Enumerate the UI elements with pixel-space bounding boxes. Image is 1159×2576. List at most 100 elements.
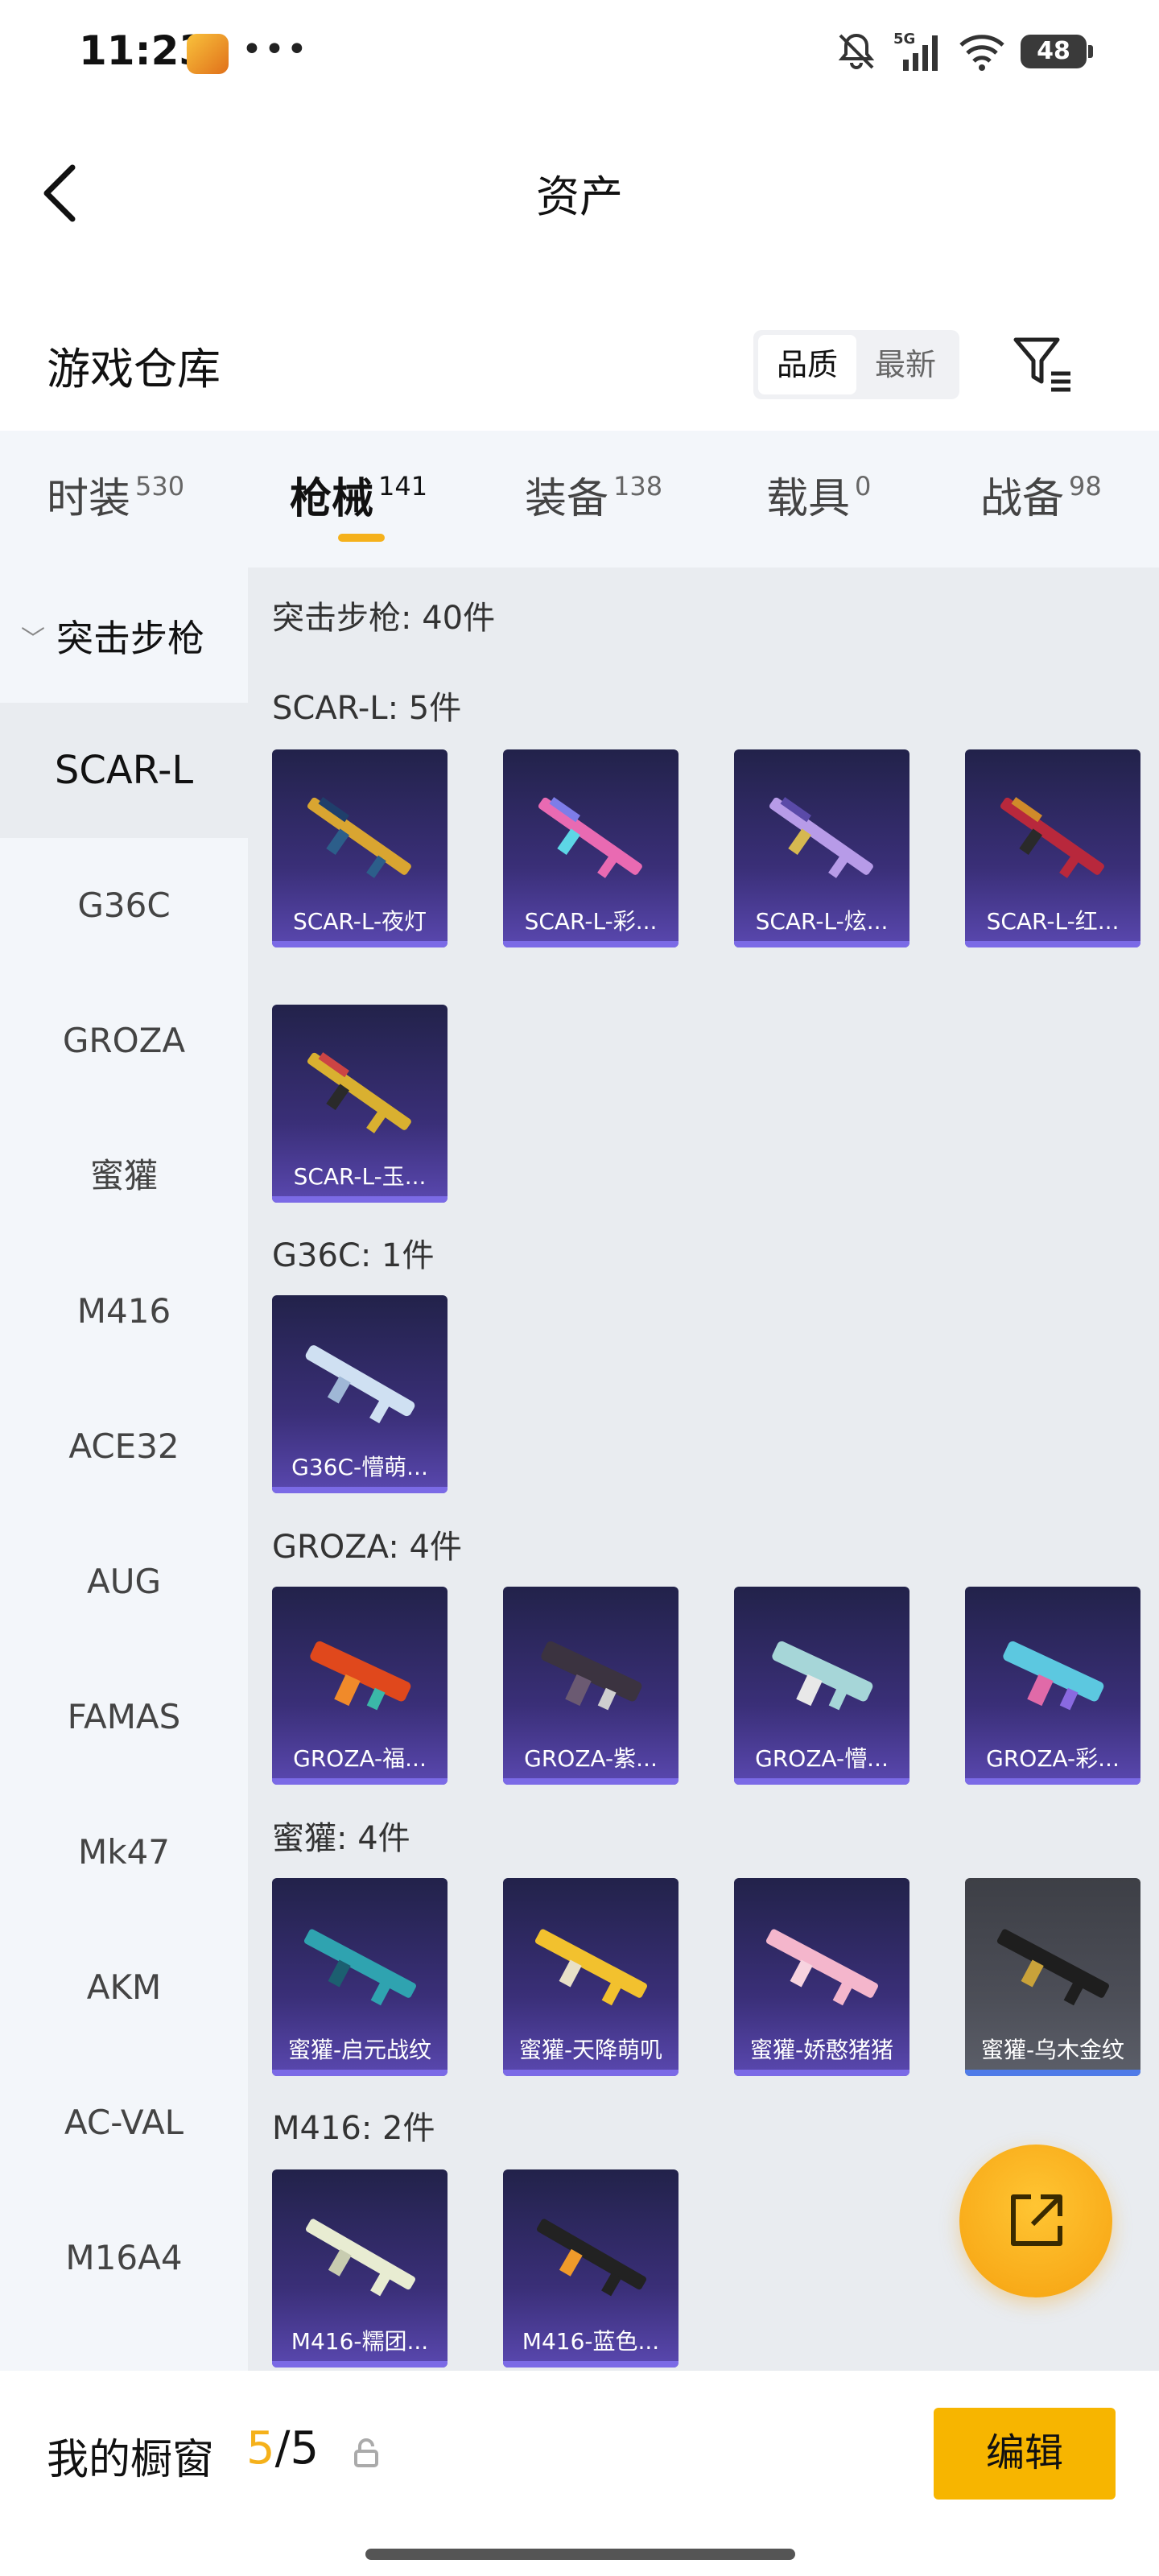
weapon-card[interactable]: 蜜獾-天降萌叽 — [503, 1878, 678, 2076]
section-title-honey-badger: 蜜獾: 4件 — [272, 1820, 410, 1857]
weapon-card[interactable]: 蜜獾-娇憨猪猪 — [734, 1878, 909, 2076]
tab-firearms[interactable]: 枪械 141 — [290, 464, 427, 525]
weapon-card[interactable]: SCAR-L-彩... — [503, 749, 678, 947]
tab-supplies[interactable]: 战备 98 — [980, 464, 1102, 525]
rifle-icon — [538, 797, 642, 878]
weapon-card[interactable]: SCAR-L-炫... — [734, 749, 909, 947]
weapon-name: G36C-懵萌... — [291, 1454, 428, 1480]
tab-label: 时装 — [47, 475, 131, 523]
weapon-grid: 突击步枪: 40件 SCAR-L: 5件 SCAR-L-夜灯 SCAR-L-彩.… — [248, 568, 1159, 2371]
sidebar-group-assault-rifles[interactable]: ﹀ 突击步枪 — [0, 568, 248, 703]
rifle-icon — [537, 2219, 646, 2297]
category-tabs: 时装 530 枪械 141 装备 138 载具 0 战备 98 — [0, 431, 1159, 568]
weapon-name: M416-糯团... — [291, 2328, 429, 2355]
showcase-bar: 我的橱窗 5/5 编辑 — [0, 2371, 1159, 2576]
rifle-icon — [534, 1929, 647, 2006]
tab-label: 战备 — [980, 475, 1065, 523]
section-title-m416: M416: 2件 — [272, 2110, 435, 2147]
section-title-scar-l: SCAR-L: 5件 — [272, 690, 462, 727]
status-bar: 11:23 ••• 5G 48 — [0, 0, 1159, 105]
weapon-card[interactable]: GROZA-彩... — [965, 1587, 1140, 1785]
sidebar-item-m16a4[interactable]: M16A4 — [0, 2190, 248, 2326]
chevron-down-icon: ﹀ — [21, 625, 45, 654]
sidebar-item-mk47[interactable]: Mk47 — [0, 1785, 248, 1920]
filter-icon[interactable] — [1011, 330, 1075, 394]
tab-label: 载具 — [766, 475, 851, 523]
weapon-card[interactable]: GROZA-紫... — [503, 1587, 678, 1785]
weapon-card[interactable]: GROZA-懵... — [734, 1587, 909, 1785]
weapon-card[interactable]: SCAR-L-红... — [965, 749, 1140, 947]
weapon-name: 蜜獾-天降萌叽 — [518, 2037, 663, 2063]
weapon-name: GROZA-福... — [293, 1745, 427, 1772]
tab-vehicles[interactable]: 载具 0 — [766, 464, 871, 525]
page-title: 资产 — [536, 171, 623, 222]
sort-quality-button[interactable]: 品质 — [758, 335, 856, 394]
showcase-label: 我的橱窗 — [47, 2436, 215, 2484]
warehouse-header: 游戏仓库 品质 最新 — [0, 314, 1159, 411]
rifle-icon — [307, 797, 411, 878]
top-app-bar: 资产 — [0, 137, 1159, 242]
sidebar-item-scar-l[interactable]: SCAR-L — [0, 703, 248, 838]
weapon-name: SCAR-L-红... — [986, 908, 1120, 935]
wifi-icon — [959, 35, 1004, 71]
rifle-icon — [305, 1345, 415, 1424]
sidebar-item-aug[interactable]: AUG — [0, 1514, 248, 1649]
tab-label: 枪械 — [290, 475, 374, 523]
weapon-card[interactable]: G36C-懵萌... — [272, 1295, 448, 1493]
section-title-g36c: G36C: 1件 — [272, 1237, 435, 1274]
tab-count: 138 — [613, 471, 663, 502]
tab-count: 141 — [378, 471, 428, 502]
showcase-total: /5 — [274, 2422, 320, 2475]
mute-bell-icon — [838, 33, 875, 69]
sidebar-item-groza[interactable]: GROZA — [0, 973, 248, 1108]
showcase-count: 5/5 — [246, 2422, 319, 2475]
edit-button[interactable]: 编辑 — [934, 2408, 1116, 2500]
weapon-name: SCAR-L-彩... — [524, 908, 658, 935]
weapon-card[interactable]: GROZA-福... — [272, 1587, 448, 1785]
weapon-name: SCAR-L-炫... — [755, 908, 889, 935]
tab-fashion[interactable]: 时装 530 — [47, 464, 184, 525]
sidebar-item-ac-val[interactable]: AC-VAL — [0, 2055, 248, 2190]
weapon-card[interactable]: M416-蓝色... — [503, 2169, 678, 2368]
more-notifications-icon: ••• — [241, 29, 309, 70]
weapon-name: SCAR-L-夜灯 — [292, 908, 427, 935]
weapon-name: M416-蓝色... — [522, 2328, 660, 2355]
sidebar-item-akm[interactable]: AKM — [0, 1920, 248, 2055]
weapon-card[interactable]: 蜜獾-启元战纹 — [272, 1878, 448, 2076]
sidebar-group-label: 突击步枪 — [56, 617, 204, 660]
rifle-icon — [769, 797, 873, 878]
category-total: 突击步枪: 40件 — [272, 600, 496, 637]
sidebar-item-honey-badger[interactable]: 蜜獾 — [0, 1108, 248, 1244]
weapon-type-sidebar: ﹀ 突击步枪 SCAR-L G36C GROZA 蜜獾 M416 ACE32 A… — [0, 568, 248, 2371]
rifle-icon — [1000, 797, 1104, 878]
warehouse-title: 游戏仓库 — [47, 344, 221, 394]
weapon-card[interactable]: SCAR-L-玉... — [272, 1005, 448, 1203]
rifle-icon — [303, 1929, 416, 2006]
tab-count: 98 — [1069, 471, 1102, 502]
tab-label: 装备 — [525, 475, 609, 523]
weapon-card[interactable]: SCAR-L-夜灯 — [272, 749, 448, 947]
weapon-name: 蜜獾-娇憨猪猪 — [749, 2037, 894, 2063]
external-link-icon — [1011, 2194, 1062, 2246]
sidebar-item-g36c[interactable]: G36C — [0, 838, 248, 973]
weapon-card[interactable]: 蜜獾-乌木金纹 — [965, 1878, 1140, 2076]
sort-latest-button[interactable]: 最新 — [856, 335, 955, 394]
sidebar-item-ace32[interactable]: ACE32 — [0, 1379, 248, 1514]
rifle-icon — [307, 1052, 411, 1133]
home-indicator[interactable] — [365, 2549, 795, 2560]
active-tab-indicator — [338, 534, 385, 542]
rifle-icon — [541, 1641, 642, 1711]
lock-icon[interactable] — [353, 2437, 380, 2469]
rifle-icon — [310, 1641, 411, 1711]
rifle-icon — [1003, 1641, 1104, 1711]
rifle-icon — [306, 2219, 415, 2297]
weapon-card[interactable]: M416-糯团... — [272, 2169, 448, 2368]
sidebar-item-famas[interactable]: FAMAS — [0, 1649, 248, 1785]
showcase-used: 5 — [246, 2422, 275, 2475]
share-fab[interactable] — [959, 2145, 1112, 2297]
rifle-icon — [996, 1929, 1109, 2006]
weapon-name: SCAR-L-玉... — [293, 1163, 427, 1190]
sidebar-item-m416[interactable]: M416 — [0, 1244, 248, 1379]
tab-equipment[interactable]: 装备 138 — [525, 464, 662, 525]
network-label: 5G — [893, 31, 915, 47]
